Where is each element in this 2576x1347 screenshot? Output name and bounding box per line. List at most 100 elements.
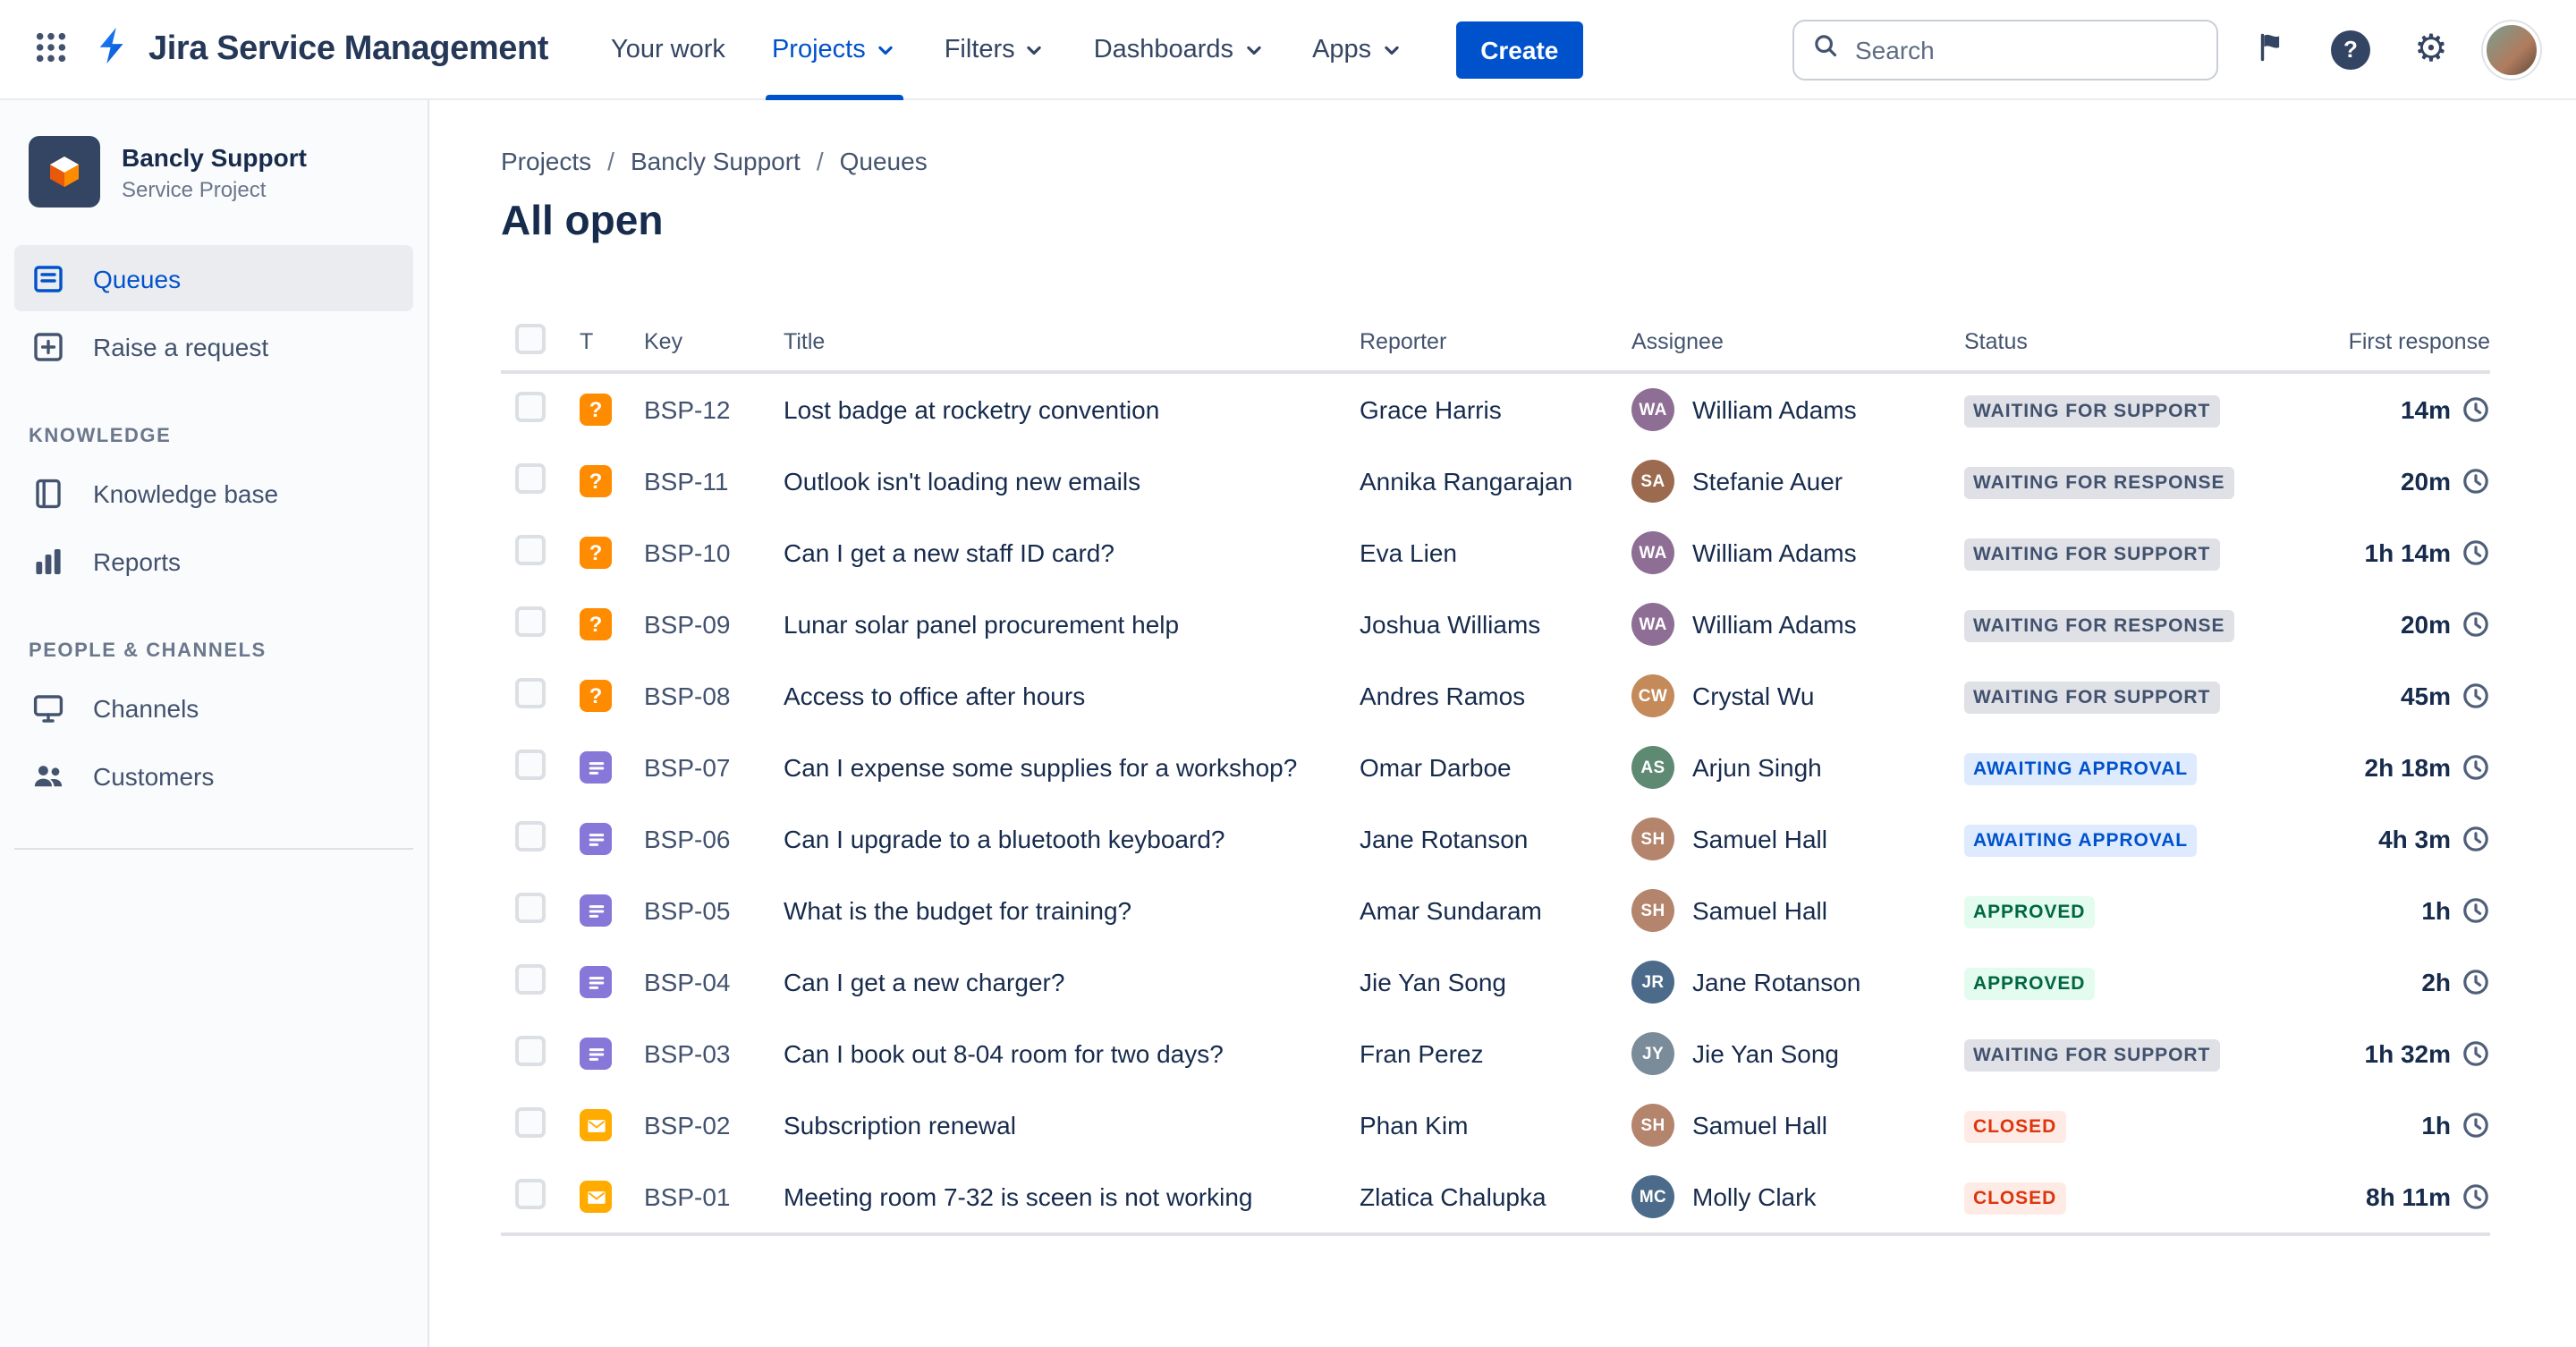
issue-key[interactable]: BSP-05 [644, 896, 784, 925]
sidebar-item-reports[interactable]: Reports [14, 528, 413, 594]
issue-key[interactable]: BSP-02 [644, 1111, 784, 1139]
column-header-status: Status [1964, 329, 2028, 354]
sidebar-item-queues[interactable]: Queues [14, 245, 413, 311]
app-grid-icon [33, 30, 67, 69]
gear-icon: ⚙ [2414, 29, 2448, 70]
clock-icon [2462, 1039, 2490, 1068]
breadcrumb-projects[interactable]: Projects [501, 147, 591, 175]
row-checkbox[interactable] [515, 1179, 546, 1209]
row-checkbox[interactable] [515, 1107, 546, 1138]
nav-dashboards[interactable]: Dashboards [1071, 0, 1289, 99]
queue-row[interactable]: BSP-04 Can I get a new charger? Jie Yan … [501, 946, 2490, 1018]
issue-title-link[interactable]: Can I get a new charger? [784, 968, 1360, 996]
status-badge: WAITING FOR SUPPORT [1964, 681, 2220, 713]
help-button[interactable]: ? [2322, 21, 2379, 78]
issue-key[interactable]: BSP-01 [644, 1182, 784, 1211]
issue-title-link[interactable]: Meeting room 7-32 is sceen is not workin… [784, 1182, 1360, 1211]
task-type-icon [580, 751, 612, 784]
issue-key[interactable]: BSP-03 [644, 1039, 784, 1068]
search-input[interactable] [1852, 33, 2199, 65]
row-checkbox[interactable] [515, 1036, 546, 1066]
row-checkbox[interactable] [515, 535, 546, 565]
queue-row[interactable]: BSP-02 Subscription renewal Phan Kim SH … [501, 1089, 2490, 1161]
queue-row[interactable]: BSP-03 Can I book out 8-04 room for two … [501, 1018, 2490, 1089]
issue-title-link[interactable]: Can I expense some supplies for a worksh… [784, 753, 1360, 782]
row-checkbox[interactable] [515, 964, 546, 995]
global-search[interactable] [1792, 19, 2218, 80]
status-badge: APPROVED [1964, 967, 2095, 999]
nav-filters[interactable]: Filters [921, 0, 1071, 99]
issue-title-link[interactable]: Outlook isn't loading new emails [784, 467, 1360, 496]
task-type-icon [580, 894, 612, 927]
settings-button[interactable]: ⚙ [2402, 21, 2460, 78]
issue-key[interactable]: BSP-10 [644, 538, 784, 567]
queue-row[interactable]: BSP-06 Can I upgrade to a bluetooth keyb… [501, 803, 2490, 875]
row-checkbox[interactable] [515, 463, 546, 494]
row-checkbox[interactable] [515, 893, 546, 923]
reporter-name: Zlatica Chalupka [1360, 1182, 1546, 1211]
breadcrumb-project-name[interactable]: Bancly Support [631, 147, 801, 175]
reporter-name: Eva Lien [1360, 538, 1457, 567]
issue-title-link[interactable]: Lost badge at rocketry convention [784, 395, 1360, 424]
reporter-name: Joshua Williams [1360, 610, 1541, 639]
row-checkbox[interactable] [515, 821, 546, 851]
assignee-name: Samuel Hall [1692, 1111, 1827, 1139]
search-icon [1812, 31, 1839, 67]
issue-key[interactable]: BSP-12 [644, 395, 784, 424]
breadcrumb-queues[interactable]: Queues [840, 147, 928, 175]
issue-title-link[interactable]: What is the budget for training? [784, 896, 1360, 925]
status-badge: WAITING FOR RESPONSE [1964, 466, 2234, 498]
select-all-checkbox[interactable] [515, 324, 546, 354]
task-type-icon [580, 966, 612, 998]
announcements-button[interactable] [2241, 21, 2299, 78]
create-button[interactable]: Create [1455, 21, 1584, 78]
queue-row[interactable]: ? BSP-12 Lost badge at rocketry conventi… [501, 374, 2490, 445]
first-response-time: 20m [2400, 467, 2451, 496]
row-checkbox[interactable] [515, 750, 546, 780]
queue-row[interactable]: ? BSP-10 Can I get a new staff ID card? … [501, 517, 2490, 589]
sidebar-item-knowledge-base[interactable]: Knowledge base [14, 460, 413, 526]
assignee-name: Samuel Hall [1692, 825, 1827, 853]
status-badge: AWAITING APPROVAL [1964, 752, 2198, 784]
nav-label: Projects [771, 35, 866, 64]
clock-icon [2462, 753, 2490, 782]
issue-title-link[interactable]: Lunar solar panel procurement help [784, 610, 1360, 639]
row-checkbox[interactable] [515, 678, 546, 708]
sidebar-item-raise-request[interactable]: Raise a request [14, 313, 413, 379]
clock-icon [2462, 825, 2490, 853]
nav-your-work[interactable]: Your work [588, 0, 749, 99]
sidebar-item-customers[interactable]: Customers [14, 742, 413, 809]
column-header-reporter: Reporter [1360, 329, 1447, 354]
queue-row[interactable]: ? BSP-09 Lunar solar panel procurement h… [501, 589, 2490, 660]
queue-row[interactable]: BSP-05 What is the budget for training? … [501, 875, 2490, 946]
queue-row[interactable]: ? BSP-08 Access to office after hours An… [501, 660, 2490, 732]
issue-key[interactable]: BSP-07 [644, 753, 784, 782]
issue-key[interactable]: BSP-08 [644, 682, 784, 710]
row-checkbox[interactable] [515, 606, 546, 637]
app-switcher-button[interactable] [21, 21, 79, 78]
nav-apps[interactable]: Apps [1289, 0, 1427, 99]
issue-title-link[interactable]: Access to office after hours [784, 682, 1360, 710]
project-sidebar: Bancly Support Service Project Queues Ra… [0, 100, 429, 1347]
nav-projects[interactable]: Projects [749, 0, 921, 99]
question-type-icon: ? [580, 465, 612, 497]
app-logo-home-link[interactable]: Jira Service Management [93, 24, 548, 74]
issue-title-link[interactable]: Can I upgrade to a bluetooth keyboard? [784, 825, 1360, 853]
queue-row[interactable]: BSP-01 Meeting room 7-32 is sceen is not… [501, 1161, 2490, 1233]
raise-request-icon [29, 326, 68, 366]
clock-icon [2462, 395, 2490, 424]
user-avatar[interactable] [2483, 21, 2540, 78]
issue-key[interactable]: BSP-09 [644, 610, 784, 639]
sidebar-item-channels[interactable]: Channels [14, 674, 413, 741]
issue-title-link[interactable]: Can I get a new staff ID card? [784, 538, 1360, 567]
queue-row[interactable]: ? BSP-11 Outlook isn't loading new email… [501, 445, 2490, 517]
issue-key[interactable]: BSP-11 [644, 467, 784, 496]
issue-key[interactable]: BSP-04 [644, 968, 784, 996]
issue-key[interactable]: BSP-06 [644, 825, 784, 853]
assignee-avatar: AS [1631, 746, 1674, 789]
app-window: Jira Service Management Your work Projec… [0, 0, 2576, 1347]
issue-title-link[interactable]: Subscription renewal [784, 1111, 1360, 1139]
issue-title-link[interactable]: Can I book out 8-04 room for two days? [784, 1039, 1360, 1068]
row-checkbox[interactable] [515, 392, 546, 422]
queue-row[interactable]: BSP-07 Can I expense some supplies for a… [501, 732, 2490, 803]
